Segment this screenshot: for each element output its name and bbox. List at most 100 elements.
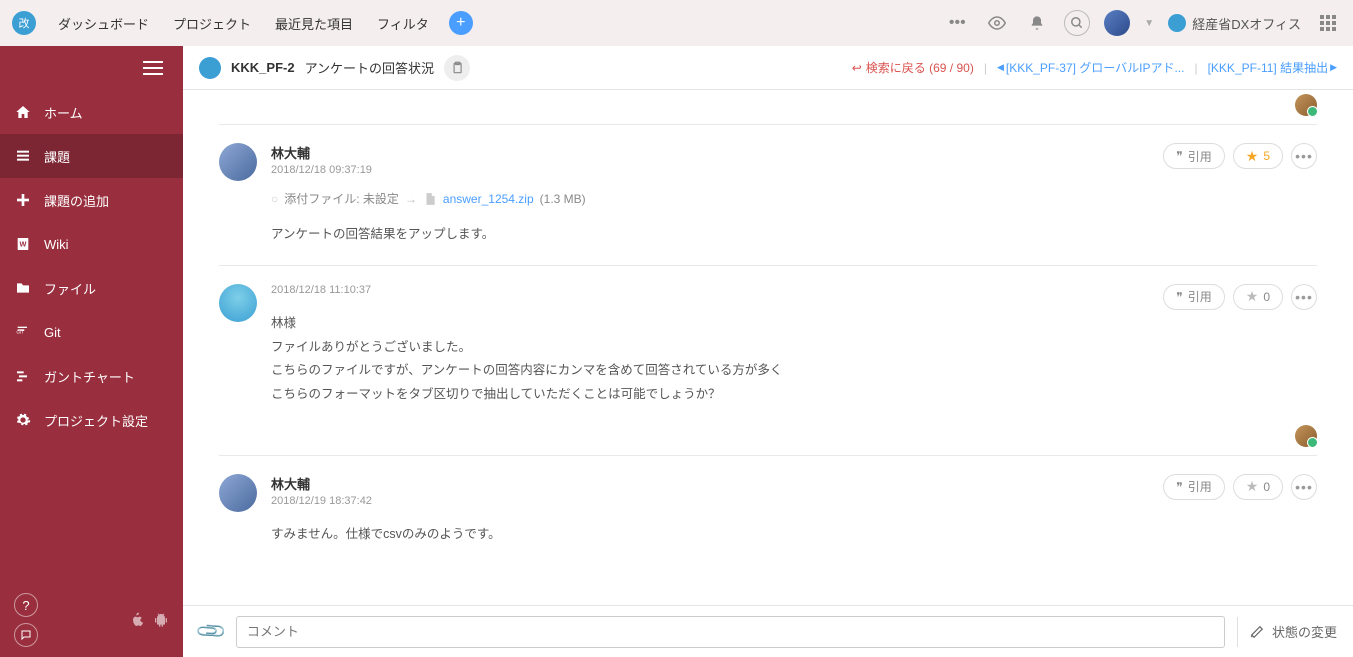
back-search-label: 検索に戻る (69 / 90) bbox=[866, 59, 974, 76]
chat-icon[interactable] bbox=[14, 623, 38, 647]
nav-dashboard[interactable]: ダッシュボード bbox=[48, 8, 159, 39]
comment-author[interactable]: 林大輔 bbox=[271, 143, 1149, 162]
chevron-down-icon[interactable]: ▼ bbox=[1144, 18, 1154, 29]
comment: 2018/12/18 11:10:37 林様 ファイルありがとうございました。 … bbox=[219, 265, 1317, 425]
comment-avatar bbox=[219, 474, 257, 512]
sidebar-item-add-issue[interactable]: 課題の追加 bbox=[0, 178, 183, 222]
project-logo bbox=[199, 57, 221, 79]
issue-title: アンケートの回答状況 bbox=[305, 58, 434, 77]
sidebar-item-issues[interactable]: 課題 bbox=[0, 134, 183, 178]
nav-recent[interactable]: 最近見た項目 bbox=[265, 8, 363, 39]
edit-icon bbox=[1250, 625, 1264, 639]
star-button[interactable]: ★5 bbox=[1233, 143, 1283, 169]
sidebar-item-label: ガントチャート bbox=[44, 367, 135, 386]
attach-label: 添付ファイル: 未設定 bbox=[284, 190, 399, 207]
back-to-search[interactable]: ↩ 検索に戻る (69 / 90) bbox=[852, 59, 974, 76]
separator: | bbox=[1194, 61, 1197, 75]
gantt-icon bbox=[14, 367, 32, 385]
sidebar-item-git[interactable]: GIT Git bbox=[0, 310, 183, 354]
bell-icon[interactable] bbox=[1024, 10, 1050, 36]
next-issue-label: [KKK_PF-11] 結果抽出 bbox=[1208, 59, 1328, 76]
back-arrow-icon: ↩ bbox=[852, 61, 862, 75]
comment-input[interactable] bbox=[236, 616, 1225, 648]
prev-issue-label: [KKK_PF-37] グローバルIPアド... bbox=[1006, 59, 1185, 76]
sidebar-item-wiki[interactable]: W Wiki bbox=[0, 222, 183, 266]
app-logo[interactable]: 改 bbox=[12, 11, 36, 35]
user-avatar[interactable] bbox=[1104, 10, 1130, 36]
change-status-button[interactable]: 状態の変更 bbox=[1250, 622, 1337, 641]
more-icon[interactable]: ••• bbox=[1291, 143, 1317, 169]
home-icon bbox=[14, 103, 32, 121]
sidebar-item-files[interactable]: ファイル bbox=[0, 266, 183, 310]
comment-body: アンケートの回答結果をアップします。 bbox=[271, 223, 1149, 247]
attach-size: (1.3 MB) bbox=[540, 192, 586, 206]
sidebar-toggle[interactable] bbox=[0, 46, 183, 90]
next-issue-link[interactable]: [KKK_PF-11] 結果抽出 ▶ bbox=[1208, 59, 1337, 76]
separator bbox=[1237, 617, 1238, 647]
star-icon: ★ bbox=[1246, 148, 1259, 165]
add-button[interactable]: + bbox=[449, 11, 473, 35]
bullet-icon: ○ bbox=[271, 192, 278, 206]
org-switcher[interactable]: 経産省DXオフィス bbox=[1168, 14, 1301, 33]
comment-attachment: ○ 添付ファイル: 未設定 → answer_1254.zip (1.3 MB) bbox=[271, 190, 1149, 207]
content-area: 林大輔 2018/12/18 09:37:19 ○ 添付ファイル: 未設定 → … bbox=[183, 90, 1353, 605]
search-icon[interactable] bbox=[1064, 10, 1090, 36]
quote-button[interactable]: ❞引用 bbox=[1163, 143, 1224, 169]
read-avatar bbox=[1295, 94, 1317, 116]
sidebar-item-label: Wiki bbox=[44, 237, 69, 252]
nav-filter[interactable]: フィルタ bbox=[367, 8, 439, 39]
help-icon[interactable]: ? bbox=[14, 593, 38, 617]
file-icon bbox=[423, 191, 437, 207]
apps-icon[interactable] bbox=[1315, 10, 1341, 36]
topbar: 改 ダッシュボード プロジェクト 最近見た項目 フィルタ + ••• ▼ 経産省… bbox=[0, 0, 1353, 46]
comment-time: 2018/12/19 18:37:42 bbox=[271, 495, 1149, 507]
wiki-icon: W bbox=[14, 235, 32, 253]
issue-header: KKK_PF-2 アンケートの回答状況 ↩ 検索に戻る (69 / 90) | … bbox=[183, 46, 1353, 90]
attach-icon[interactable]: 📎 bbox=[194, 614, 229, 649]
sidebar-item-home[interactable]: ホーム bbox=[0, 90, 183, 134]
footer: 📎 状態の変更 bbox=[183, 605, 1353, 657]
comment: 林大輔 2018/12/18 09:37:19 ○ 添付ファイル: 未設定 → … bbox=[219, 124, 1317, 265]
sidebar-item-label: 課題の追加 bbox=[44, 191, 109, 210]
git-icon: GIT bbox=[14, 323, 32, 341]
nav-project[interactable]: プロジェクト bbox=[163, 8, 261, 39]
prev-issue-link[interactable]: ◀ [KKK_PF-37] グローバルIPアド... bbox=[997, 59, 1185, 76]
comment-avatar bbox=[219, 143, 257, 181]
star-icon: ★ bbox=[1246, 478, 1259, 495]
list-icon bbox=[14, 147, 32, 165]
star-button[interactable]: ★0 bbox=[1233, 284, 1283, 310]
attach-file-link[interactable]: answer_1254.zip bbox=[443, 192, 534, 206]
quote-button[interactable]: ❞引用 bbox=[1163, 474, 1224, 500]
org-name-label: 経産省DXオフィス bbox=[1192, 14, 1301, 33]
more-icon[interactable]: ••• bbox=[1291, 284, 1317, 310]
comment-author[interactable]: 林大輔 bbox=[271, 474, 1149, 493]
comment-time: 2018/12/18 09:37:19 bbox=[271, 164, 1149, 176]
sidebar: ホーム 課題 課題の追加 W Wiki ファイル GIT Git ガントチャート… bbox=[0, 46, 183, 657]
clipboard-icon[interactable] bbox=[444, 55, 470, 81]
issue-key[interactable]: KKK_PF-2 bbox=[231, 60, 295, 75]
gear-icon bbox=[14, 411, 32, 429]
apple-icon[interactable] bbox=[129, 612, 145, 628]
triangle-right-icon: ▶ bbox=[1330, 62, 1337, 73]
watch-icon[interactable] bbox=[984, 10, 1010, 36]
more-icon[interactable]: ••• bbox=[1291, 474, 1317, 500]
sidebar-item-gantt[interactable]: ガントチャート bbox=[0, 354, 183, 398]
quote-icon: ❞ bbox=[1176, 290, 1182, 304]
svg-text:W: W bbox=[20, 240, 27, 249]
sidebar-item-label: 課題 bbox=[44, 147, 70, 166]
star-button[interactable]: ★0 bbox=[1233, 474, 1283, 500]
comment-body: 林様 ファイルありがとうございました。 こちらのファイルですが、アンケートの回答… bbox=[271, 312, 1149, 407]
separator: | bbox=[984, 61, 987, 75]
plus-icon bbox=[14, 191, 32, 209]
folder-icon bbox=[14, 279, 32, 297]
org-logo bbox=[1168, 14, 1186, 32]
quote-button[interactable]: ❞引用 bbox=[1163, 284, 1224, 310]
triangle-left-icon: ◀ bbox=[997, 62, 1004, 73]
more-icon[interactable]: ••• bbox=[944, 10, 970, 36]
android-icon[interactable] bbox=[153, 612, 169, 628]
quote-icon: ❞ bbox=[1176, 480, 1182, 494]
arrow-right-icon: → bbox=[405, 192, 417, 206]
status-label: 状態の変更 bbox=[1272, 622, 1337, 641]
sidebar-item-settings[interactable]: プロジェクト設定 bbox=[0, 398, 183, 442]
comment-avatar bbox=[219, 284, 257, 322]
